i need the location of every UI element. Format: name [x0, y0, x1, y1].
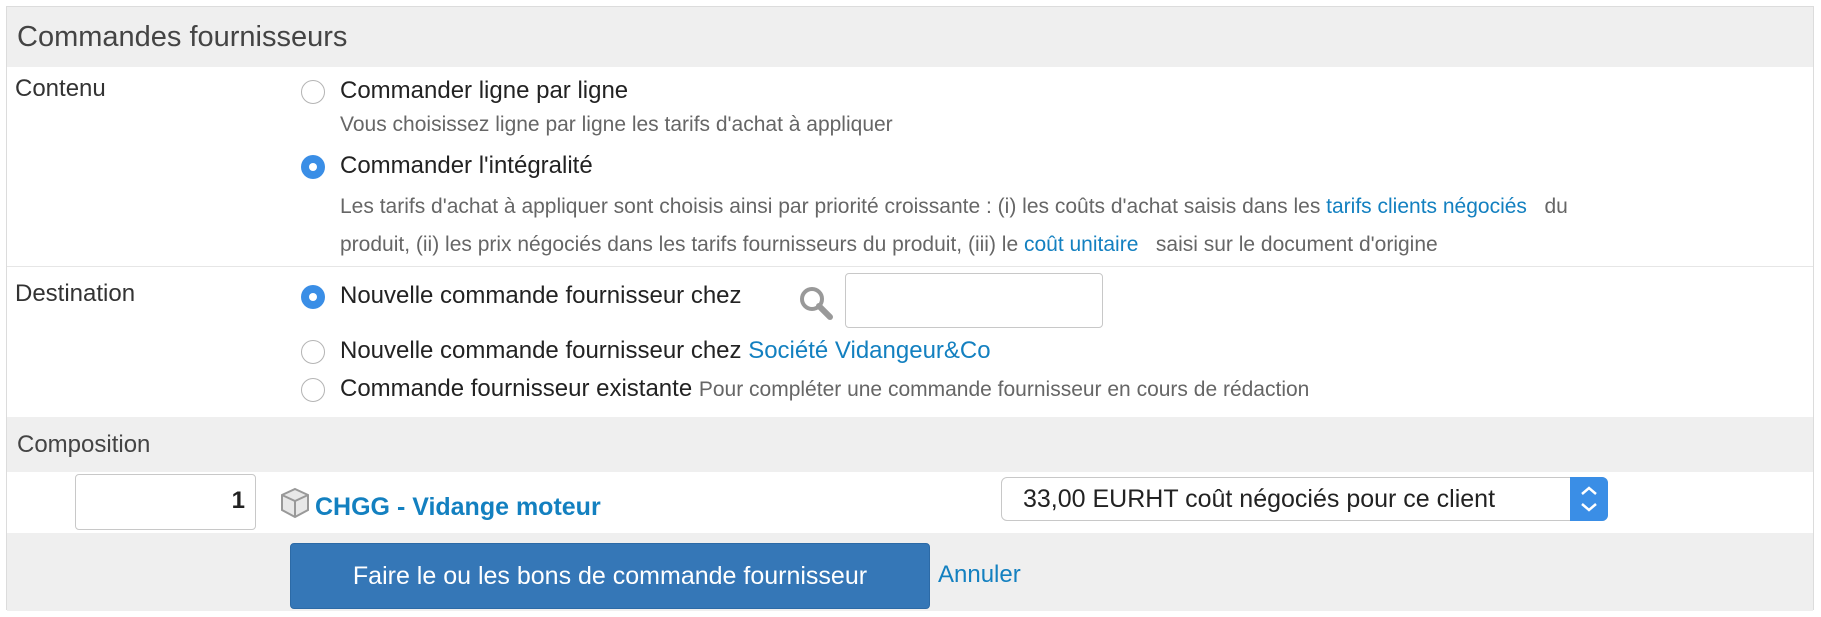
link-unit-cost[interactable]: coût unitaire: [1024, 233, 1138, 256]
box-icon: [278, 486, 312, 525]
radio-whole-order[interactable]: [301, 155, 325, 179]
product-link[interactable]: CHGG - Vidange moteur: [315, 493, 601, 522]
select-arrows-icon[interactable]: [1570, 477, 1608, 521]
link-supplier[interactable]: Société Vidangeur&Co: [748, 337, 990, 364]
supplier-search-input[interactable]: [845, 273, 1103, 328]
help-text: saisi sur le document d'origine: [1155, 233, 1438, 256]
search-icon[interactable]: [797, 284, 835, 327]
option-existing-order-help: Pour compléter une commande fournisseur …: [698, 378, 1310, 401]
link-negotiated-client-rates[interactable]: tarifs clients négociés: [1326, 195, 1527, 218]
section-title: Commandes fournisseurs: [17, 21, 348, 53]
panel-header: Commandes fournisseurs: [7, 7, 1813, 67]
supplier-orders-panel: Commandes fournisseurs Contenu Commander…: [6, 6, 1814, 611]
option-line-by-line-label: Commander ligne par ligne: [340, 77, 629, 104]
radio-line-by-line[interactable]: [301, 80, 325, 104]
whole-order-help-line2: produit, (ii) les prix négociés dans les…: [340, 233, 1438, 257]
destination-label: Destination: [15, 280, 136, 307]
cancel-link[interactable]: Annuler: [938, 561, 1021, 589]
radio-new-order-supplier[interactable]: [301, 340, 325, 364]
contenu-label: Contenu: [15, 75, 106, 102]
help-text: produit, (ii) les prix négociés dans les…: [340, 233, 1019, 256]
divider: [7, 266, 1813, 267]
option-new-order-label: Nouvelle commande fournisseur chez: [340, 282, 742, 309]
create-supplier-orders-button[interactable]: Faire le ou les bons de commande fournis…: [290, 543, 930, 609]
option-existing-order: Commande fournisseur existante Pour comp…: [340, 375, 1309, 403]
price-select[interactable]: 33,00 EURHT coût négociés pour ce client: [1001, 477, 1608, 521]
form-actions: Faire le ou les bons de commande fournis…: [7, 533, 1813, 611]
option-existing-order-label: Commande fournisseur existante: [340, 375, 693, 402]
option-line-by-line-help: Vous choisissez ligne par ligne les tari…: [340, 113, 893, 136]
radio-new-order-search[interactable]: [301, 285, 325, 309]
radio-existing-order[interactable]: [301, 378, 325, 402]
help-text: du: [1544, 195, 1568, 218]
composition-header: Composition: [7, 417, 1813, 472]
option-new-order-supplier: Nouvelle commande fournisseur chez Socié…: [340, 337, 991, 365]
quantity-input[interactable]: 1: [75, 474, 256, 530]
help-text: Les tarifs d'achat à appliquer sont choi…: [340, 195, 1321, 218]
option-new-order-supplier-label: Nouvelle commande fournisseur chez: [340, 337, 742, 364]
option-whole-order-label: Commander l'intégralité: [340, 152, 593, 179]
composition-title: Composition: [17, 431, 151, 458]
whole-order-help-line1: Les tarifs d'achat à appliquer sont choi…: [340, 195, 1568, 219]
price-select-value: 33,00 EURHT coût négociés pour ce client: [1023, 485, 1496, 513]
